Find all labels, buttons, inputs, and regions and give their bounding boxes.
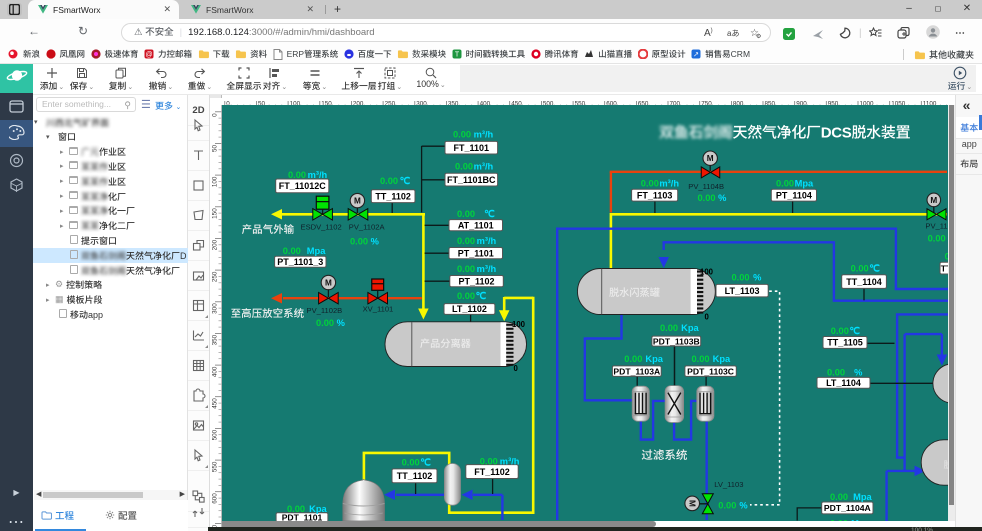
svg-text:AT_1101: AT_1101 <box>458 220 494 230</box>
svg-text:PDT_1104A: PDT_1104A <box>824 503 871 513</box>
svg-text:LT_1102: LT_1102 <box>452 304 487 314</box>
svg-text:250: 250 <box>212 271 219 282</box>
svg-text:0.00m³/h: 0.00m³/h <box>455 161 494 171</box>
svg-text:100: 100 <box>512 320 526 329</box>
svg-text:T: T <box>454 52 459 59</box>
svg-text:200: 200 <box>212 239 219 250</box>
svg-text:150: 150 <box>212 208 219 219</box>
svg-text:脱水闪蒸罐: 脱水闪蒸罐 <box>609 287 660 299</box>
svg-text:0.00℃: 0.00℃ <box>457 291 486 301</box>
svg-text:过滤系统: 过滤系统 <box>641 449 687 462</box>
svg-text:至高压放空系统: 至高压放空系统 <box>231 308 305 320</box>
svg-text:LT_1104: LT_1104 <box>826 378 861 388</box>
svg-text:0.00%: 0.00% <box>827 367 863 377</box>
svg-text:PT_1104: PT_1104 <box>776 190 812 200</box>
svg-text:M: M <box>354 197 361 206</box>
svg-text:0.00℃: 0.00℃ <box>457 209 495 219</box>
svg-text:PT_1101_3: PT_1101_3 <box>277 257 323 267</box>
svg-text:PV_110: PV_110 <box>925 222 948 231</box>
svg-text:0.00Mpa: 0.00Mpa <box>830 492 873 502</box>
svg-text:M: M <box>687 500 696 507</box>
svg-text:0.00%: 0.00% <box>698 193 728 203</box>
svg-text:0.00m³/h: 0.00m³/h <box>480 457 520 467</box>
svg-text:50: 50 <box>212 145 219 153</box>
svg-text:PDT_1103C: PDT_1103C <box>687 366 734 376</box>
svg-text:600: 600 <box>212 493 219 504</box>
svg-text:双鱼石剑阁天然气净化厂DCS脱水装置: 双鱼石剑阁天然气净化厂DCS脱水装置 <box>659 125 911 142</box>
svg-text:350: 350 <box>212 334 219 345</box>
svg-text:TT_1102: TT_1102 <box>397 471 433 481</box>
svg-text:PV_1104B: PV_1104B <box>688 182 724 191</box>
svg-text:M: M <box>930 196 937 205</box>
svg-text:0.00%: 0.00% <box>350 237 380 247</box>
svg-text:0.00%: 0.00% <box>928 234 948 244</box>
svg-text:0: 0 <box>212 113 219 117</box>
svg-text:0.00m³/h: 0.00m³/h <box>288 170 328 180</box>
svg-text:0.00Kpa: 0.00 Kpa <box>624 354 664 364</box>
svg-text:TT_1102: TT_1102 <box>375 191 411 201</box>
svg-text:M: M <box>707 154 714 163</box>
svg-text:PT_1102: PT_1102 <box>459 276 495 286</box>
svg-text:0.00℃: 0.00℃ <box>380 176 410 186</box>
svg-text:0.00Kpa: 0.00 Kpa <box>660 323 700 333</box>
svg-text:0.00Mpa: 0.00Mpa <box>776 178 814 188</box>
svg-text:0.00m³/h: 0.00m³/h <box>457 264 497 274</box>
svg-text:@: @ <box>145 52 152 59</box>
svg-text:XV_1101: XV_1101 <box>363 304 394 313</box>
svg-text:0.00%: 0.00% <box>718 501 748 511</box>
svg-text:产品分离器: 产品分离器 <box>420 338 471 350</box>
svg-text:PDT_1103A: PDT_1103A <box>613 366 660 376</box>
svg-text:FT_1102: FT_1102 <box>474 467 510 477</box>
svg-text:0.00%: 0.00% <box>316 318 346 328</box>
svg-text:FT_1101BC: FT_1101BC <box>447 175 496 185</box>
svg-text:0.00%: 0.00% <box>732 272 763 282</box>
svg-text:ESDV_1102: ESDV_1102 <box>301 223 342 232</box>
svg-text:TT_1105: TT_1105 <box>827 338 863 348</box>
svg-text:PDT_1103B: PDT_1103B <box>653 336 700 346</box>
svg-text:100: 100 <box>700 268 714 277</box>
svg-text:0.00m³/h: 0.00m³/h <box>453 129 494 139</box>
svg-text:0.00m³/h: 0.00m³/h <box>641 178 680 188</box>
svg-text:TT_1104: TT_1104 <box>846 277 882 287</box>
svg-text:100: 100 <box>212 176 219 187</box>
svg-text:400: 400 <box>212 366 219 377</box>
svg-text:0.00℃: 0.00℃ <box>851 263 880 273</box>
svg-text:FT_11012C: FT_11012C <box>279 181 327 191</box>
svg-text:TT: TT <box>941 263 948 273</box>
svg-text:LT_1103: LT_1103 <box>725 286 760 296</box>
svg-text:FT_1103: FT_1103 <box>637 190 673 200</box>
svg-text:0.00m³/h: 0.00m³/h <box>457 236 497 246</box>
svg-text:0: 0 <box>514 364 519 373</box>
svg-text:300: 300 <box>212 303 219 314</box>
svg-text:0.00Mpa: 0.00Mpa <box>283 246 327 256</box>
svg-text:PT_1101: PT_1101 <box>458 248 494 258</box>
svg-text:PV_1102B: PV_1102B <box>307 306 343 315</box>
svg-text:FT_1101: FT_1101 <box>454 143 490 153</box>
svg-text:产品气外输: 产品气外输 <box>242 224 295 236</box>
svg-text:↗: ↗ <box>693 52 699 59</box>
svg-text:0: 0 <box>705 313 710 322</box>
svg-text:550: 550 <box>212 461 219 472</box>
svg-text:M: M <box>325 278 332 287</box>
svg-text:PV_1102A: PV_1102A <box>349 223 386 232</box>
svg-text:LV_1103: LV_1103 <box>714 480 743 489</box>
svg-text:0.00℃: 0.00℃ <box>402 458 431 468</box>
svg-text:0.00Kpa: 0.00 Kpa <box>692 354 732 364</box>
svg-text:0.00℃: 0.00℃ <box>831 326 860 336</box>
svg-text:500: 500 <box>212 429 219 440</box>
svg-text:450: 450 <box>212 398 219 409</box>
